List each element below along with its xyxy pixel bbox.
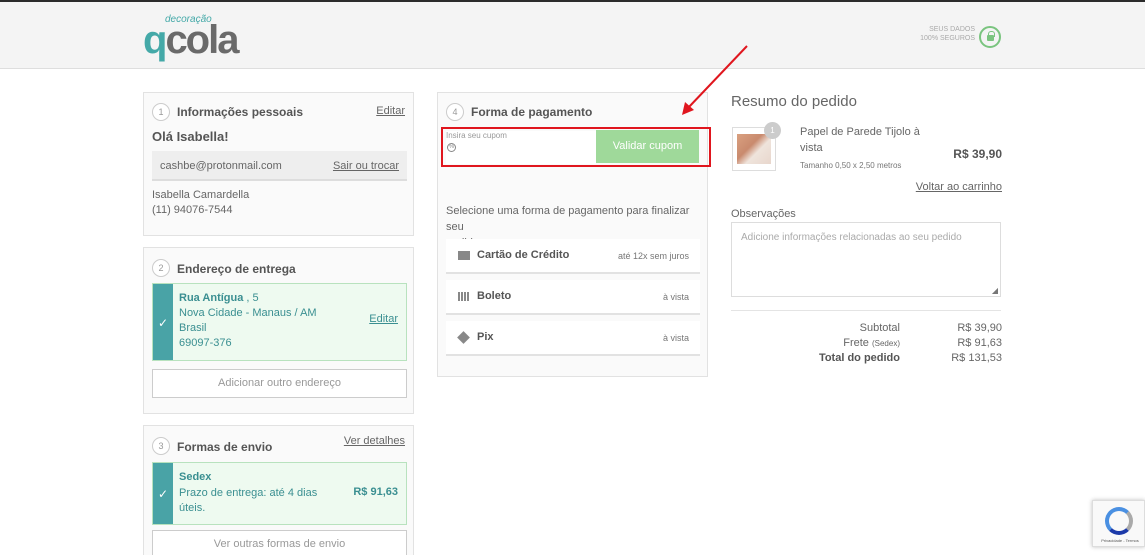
product-image <box>737 134 771 164</box>
edit-address-link[interactable]: Editar <box>369 313 398 325</box>
customer-phone: (11) 94076-7544 <box>152 204 233 216</box>
logo[interactable]: decoração qcola <box>143 12 248 62</box>
highlight-box <box>441 127 711 167</box>
personal-info-title: Informações pessoais <box>177 105 304 119</box>
edit-personal-link[interactable]: Editar <box>376 105 405 117</box>
step-number: 3 <box>152 437 170 455</box>
address-card: 2 Endereço de entrega ✓ Rua Antígua , 5 … <box>143 247 414 414</box>
payment-method-note: até 12x sem juros <box>617 251 689 261</box>
total-label: Total do pedido <box>818 352 900 364</box>
address-number: , 5 <box>243 292 259 304</box>
address-zip: 69097-376 <box>179 337 232 349</box>
logout-link[interactable]: Sair ou trocar <box>333 160 399 172</box>
payment-method-note: à vista <box>662 292 689 302</box>
resize-handle-icon: ◢ <box>991 286 998 295</box>
customer-name: Isabella Camardella <box>152 189 250 201</box>
barcode-icon <box>458 292 470 301</box>
subtotal-label: Subtotal <box>859 322 900 334</box>
back-to-cart-link[interactable]: Voltar ao carrinho <box>880 181 1002 193</box>
lock-icon <box>979 26 1001 48</box>
selected-address[interactable]: ✓ Rua Antígua , 5 Nova Cidade - Manaus /… <box>152 283 407 361</box>
shipping-deadline-2: úteis. <box>179 502 206 514</box>
address-country: Brasil <box>179 322 207 334</box>
check-icon: ✓ <box>157 316 169 330</box>
shipping-details-link[interactable]: Ver detalhes <box>344 435 405 447</box>
recaptcha-text: Privacidade - Termos <box>1101 538 1139 543</box>
credit-card-icon <box>458 251 470 260</box>
payment-method-label: Cartão de Crédito <box>477 249 570 261</box>
shipping-title: Formas de envio <box>177 440 273 454</box>
product-size: Tamanho 0,50 x 2,50 metros <box>800 161 902 170</box>
shipping-card: 3 Formas de envio Ver detalhes ✓ Sedex P… <box>143 425 414 555</box>
payment-method-label: Boleto <box>477 290 512 302</box>
address-street: Rua Antígua <box>179 292 244 304</box>
personal-info-card: 1 Informações pessoais Editar Olá Isabel… <box>143 92 414 236</box>
shipping-value: R$ 91,63 <box>957 337 1002 349</box>
notes-placeholder: Adicione informações relacionadas ao seu… <box>741 232 962 243</box>
shipping-price: R$ 91,63 <box>353 486 398 498</box>
summary-divider <box>731 310 1001 311</box>
step-number: 2 <box>152 259 170 277</box>
add-address-button[interactable]: Adicionar outro endereço <box>152 369 407 398</box>
shipping-deadline-1: Prazo de entrega: até 4 dias <box>179 487 318 499</box>
address-title: Endereço de entrega <box>177 262 296 276</box>
notes-label: Observações <box>731 208 796 220</box>
shipping-method: Sedex <box>179 471 212 483</box>
pix-icon <box>457 331 470 344</box>
recaptcha-badge[interactable]: Privacidade - Termos <box>1092 500 1145 547</box>
payment-pix[interactable]: Pix à vista <box>446 321 700 356</box>
payment-title: Forma de pagamento <box>471 105 593 119</box>
product-name: Papel de Parede Tijolo à vista <box>800 126 920 154</box>
recaptcha-icon <box>1105 507 1133 535</box>
email-value: cashbe@protonmail.com <box>160 160 282 172</box>
selected-shipping[interactable]: ✓ Sedex Prazo de entrega: até 4 dias úte… <box>152 462 407 525</box>
payment-boleto[interactable]: Boleto à vista <box>446 280 700 315</box>
payment-credit-card[interactable]: Cartão de Crédito até 12x sem juros <box>446 239 700 274</box>
header: decoração qcola SEUS DADOS 100% SEGUROS <box>0 2 1145 69</box>
summary-title: Resumo do pedido <box>731 93 857 110</box>
step-number: 1 <box>152 103 170 121</box>
subtotal-value: R$ 39,90 <box>957 322 1002 334</box>
payment-method-label: Pix <box>477 331 494 343</box>
address-city: Nova Cidade - Manaus / AM <box>179 307 317 319</box>
other-shipping-button[interactable]: Ver outras formas de envio <box>152 530 407 555</box>
secure-badge-text: SEUS DADOS 100% SEGUROS <box>920 26 975 42</box>
greeting: Olá Isabella! <box>152 129 229 144</box>
check-icon: ✓ <box>157 487 169 501</box>
email-row: cashbe@protonmail.com Sair ou trocar <box>152 151 407 181</box>
shipping-label: Frete (Sedex) <box>843 337 900 349</box>
payment-method-note: à vista <box>662 333 689 343</box>
product-price: R$ 39,90 <box>953 147 1002 161</box>
step-number: 4 <box>446 103 464 121</box>
notes-textarea[interactable]: Adicione informações relacionadas ao seu… <box>731 222 1001 297</box>
address-street-line: Rua Antígua , 5 <box>179 292 259 304</box>
logo-wordmark: qcola <box>143 18 239 62</box>
quantity-badge: 1 <box>764 122 781 139</box>
total-value: R$ 131,53 <box>951 352 1002 364</box>
